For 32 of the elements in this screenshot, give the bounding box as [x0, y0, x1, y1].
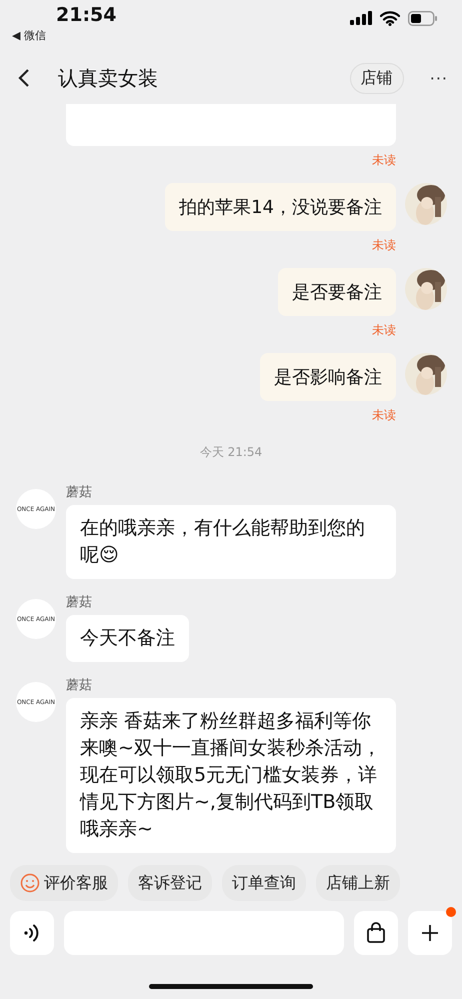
bag-icon: [366, 922, 386, 944]
message-bubble: 是否影响备注: [260, 353, 396, 401]
voice-icon: [23, 923, 41, 943]
message-bubble: 拍的苹果14，没说要备注: [165, 183, 396, 231]
shop-button[interactable]: 店铺: [350, 62, 404, 94]
message-bubble: 亲亲 香菇来了粉丝群超多福利等你来噢~双十一直播间女装秒杀活动，现在可以领取5元无门槛女装券，详情见下方图片~,复制代码到TB领取哦亲亲~: [66, 698, 396, 853]
signal-icon: [350, 11, 372, 25]
unread-status: 未读: [372, 322, 396, 339]
chat-title: 认真卖女装: [58, 64, 159, 92]
unread-status: 未读: [372, 152, 396, 169]
quick-action-chip[interactable]: 客诉登记: [128, 865, 212, 901]
message-bubble: 在的哦亲亲，有什么能帮助到您的呢😌: [66, 505, 396, 579]
voice-button[interactable]: [10, 911, 54, 955]
sender-name: 蘑菇: [66, 677, 92, 694]
sender-name: 蘑菇: [66, 594, 92, 611]
sender-name: 蘑菇: [66, 484, 92, 501]
message-bubble: 今天不备注: [66, 615, 189, 662]
more-button[interactable]: ···: [430, 68, 448, 88]
plus-icon: [420, 923, 440, 943]
message-bubble: 是否要备注: [278, 268, 396, 316]
quick-action-chip[interactable]: 店铺上新: [316, 865, 400, 901]
shop-bag-button[interactable]: [354, 911, 398, 955]
status-time: 21:54: [56, 4, 116, 26]
battery-icon: [408, 10, 438, 26]
wifi-icon: [380, 10, 400, 26]
unread-status: 未读: [372, 407, 396, 424]
timestamp: 今天 21:54: [198, 444, 264, 461]
quick-action-chip[interactable]: 订单查询: [222, 865, 306, 901]
back-to-app-link[interactable]: ◀ 微信: [12, 28, 116, 43]
back-icon[interactable]: [18, 68, 30, 88]
quick-action-chip[interactable]: 评价客服: [10, 865, 118, 901]
unread-status: 未读: [372, 237, 396, 254]
